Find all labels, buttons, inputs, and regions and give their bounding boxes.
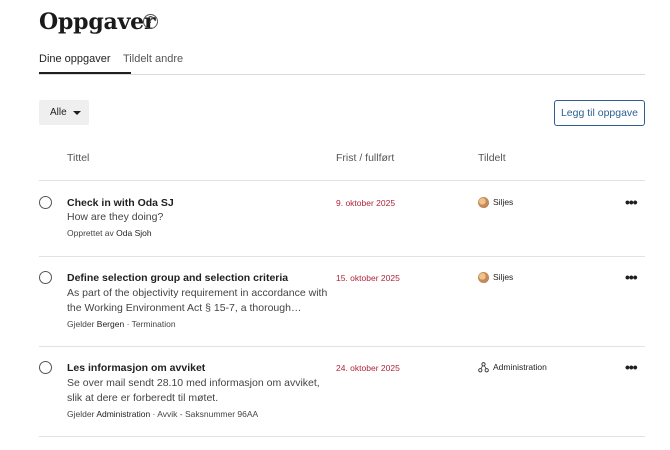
task-description: As part of the objectivity requirement i… [67, 287, 328, 314]
row-divider [39, 256, 645, 257]
task-assignee-name: Siljes [493, 197, 514, 207]
task-meta-creator: Oda Sjoh [116, 228, 152, 238]
task-due-date: 15. oktober 2025 [336, 273, 400, 283]
task-meta-link[interactable]: Bergen [97, 319, 124, 329]
question-circle-icon[interactable]: ? [143, 14, 158, 29]
page-title: Oppgaver [39, 9, 156, 35]
more-horizontal-icon[interactable]: ••• [625, 360, 638, 374]
task-assignee-name: Siljes [493, 272, 514, 282]
task-assignee: Administration [478, 362, 547, 373]
more-horizontal-icon[interactable]: ••• [625, 270, 638, 284]
avatar-icon [478, 197, 489, 209]
active-tab-indicator [39, 72, 131, 74]
row-divider [39, 346, 645, 347]
task-meta: Gjelder Bergen · Termination [67, 319, 176, 329]
task-meta-link[interactable]: Administration [96, 409, 150, 419]
task-meta: Opprettet av Oda Sjoh [67, 228, 152, 238]
task-meta-suffix: · Termination [126, 319, 176, 329]
org-group-icon [478, 362, 489, 373]
filter-dropdown[interactable]: Alle [39, 100, 89, 125]
task-due-date: 24. oktober 2025 [336, 363, 400, 373]
task-description: Se over mail sendt 28.10 med informasjon… [67, 377, 320, 404]
task-title[interactable]: Define selection group and selection cri… [67, 272, 288, 284]
task-meta-prefix: Opprettet av [67, 228, 114, 238]
task-meta-prefix: Gjelder [67, 319, 95, 329]
avatar-icon [478, 272, 489, 284]
task-title[interactable]: Les informasjon om avviket [67, 362, 205, 374]
task-meta: Gjelder Administration · Avvik - Saksnum… [67, 409, 258, 419]
tab-bar: Dine oppgaver Tildelt andre [39, 50, 645, 75]
task-complete-checkbox[interactable] [39, 361, 52, 374]
tab-dine-oppgaver[interactable]: Dine oppgaver [39, 53, 111, 65]
filter-value: Alle [50, 107, 67, 118]
task-title[interactable]: Check in with Oda SJ [67, 197, 174, 209]
task-meta-prefix: Gjelder [67, 409, 95, 419]
column-header-title: Tittel [67, 152, 90, 164]
task-due-date: 9. oktober 2025 [336, 198, 396, 208]
task-complete-checkbox[interactable] [39, 271, 52, 284]
task-complete-checkbox[interactable] [39, 196, 52, 209]
column-header-assigned: Tildelt [478, 152, 506, 164]
add-task-button[interactable]: Legg til oppgave [554, 100, 645, 126]
task-assignee: Siljes [478, 272, 514, 284]
column-header-due: Frist / fullført [336, 152, 395, 164]
task-assignee-name: Administration [493, 362, 547, 372]
task-assignee: Siljes [478, 197, 514, 209]
row-divider [39, 180, 645, 181]
task-meta-suffix: · Avvik - Saksnummer 96AA [152, 409, 259, 419]
row-divider [39, 436, 645, 437]
more-horizontal-icon[interactable]: ••• [625, 195, 638, 209]
tab-tildelt-andre[interactable]: Tildelt andre [123, 53, 183, 65]
caret-down-icon [73, 111, 81, 115]
task-description: How are they doing? [67, 211, 164, 223]
